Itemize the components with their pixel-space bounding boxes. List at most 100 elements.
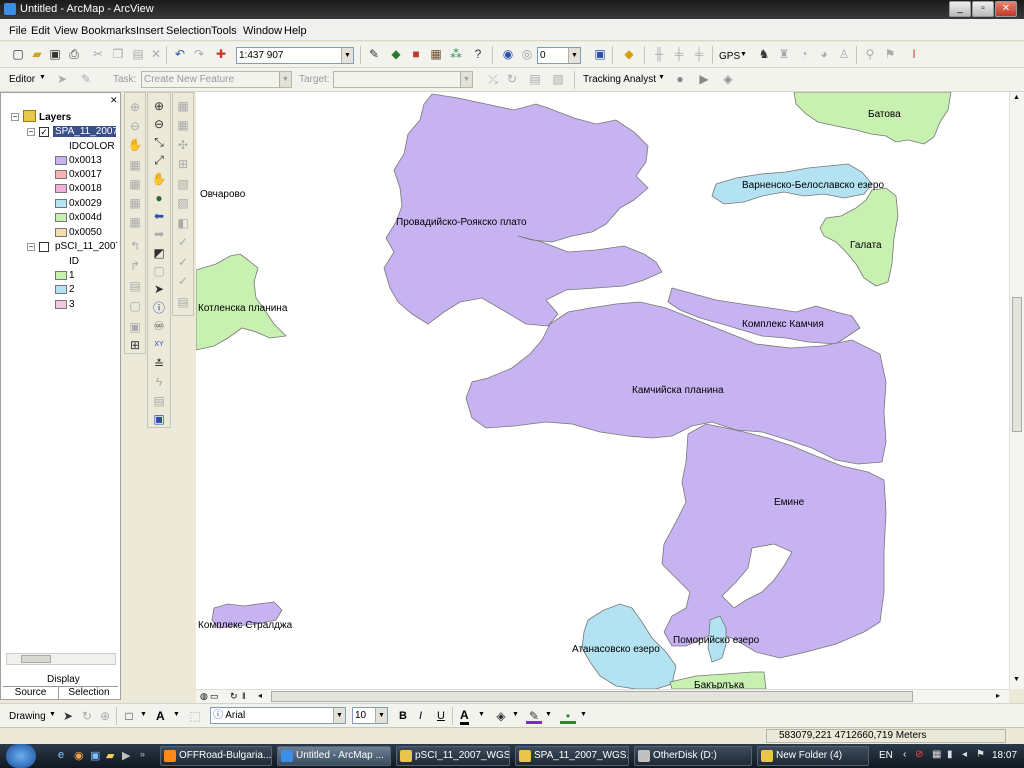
gps-search-icon[interactable]: ⚲ [862,46,878,62]
grid1-icon[interactable]: ▦ [127,157,143,173]
map-horizontal-scrollbar[interactable]: ◍ ▭ ↻ ‖ ◂ ▸ [196,689,1009,703]
drawing-menu[interactable]: Drawing [9,711,46,722]
gps-zoom-icon[interactable]: ◔ [796,46,812,62]
route-tool6-icon[interactable]: ▨ [175,195,191,211]
delete-icon[interactable]: ✕ [148,46,164,62]
scroll-up-icon[interactable]: ▲ [1013,94,1020,101]
tab-display[interactable]: Display [47,674,80,685]
taskbar-item[interactable]: OFFRoad-Bulgaria.... [160,746,272,766]
diamond-icon[interactable]: ◆ [621,46,637,62]
zoom-in-fixed-icon[interactable]: ⊕ [127,99,143,115]
copy-icon[interactable]: ❐ [110,46,126,62]
route-tool1-icon[interactable]: ▦ [175,98,191,114]
tracking-tag-icon[interactable]: ◈ [720,71,736,87]
route-tool11-icon[interactable]: ▤ [175,294,191,310]
clear-selection-icon[interactable]: ▢ [151,263,167,279]
language-indicator[interactable]: EN [879,750,893,761]
taskbar-item[interactable]: SPA_11_2007_WGS... [515,746,629,766]
layout-view-icon[interactable]: ▭ [210,691,219,702]
layer2-name[interactable]: pSCI_11_2007_\ [55,241,117,252]
go-to-xy-icon[interactable]: XY [151,337,167,353]
viewer-icon[interactable]: ▣ [151,411,167,427]
expand-layers-icon[interactable]: − [11,113,19,121]
tab-source[interactable]: Source [3,687,59,700]
firefox-quicklaunch-icon[interactable]: ◉ [74,749,84,762]
refresh-icon[interactable]: ↻ [230,691,238,702]
taskbar-item[interactable]: New Folder (4) [757,746,869,766]
back-extent-icon[interactable]: ⬅ [151,208,167,224]
layer2-checkbox[interactable] [39,242,49,252]
arrow-tool-icon[interactable]: ↰ [127,238,143,254]
expand-layer1-icon[interactable]: − [27,128,35,136]
hyperlink-icon[interactable]: ϟ [151,374,167,390]
rotate-element-icon[interactable]: ↻ [79,708,95,724]
expand-layer2-icon[interactable]: − [27,243,35,251]
toc-root-layers[interactable]: Layers [39,112,71,123]
route-tool7-icon[interactable]: ◧ [175,215,191,231]
magnify-icon[interactable]: ◎ [519,46,535,62]
select-features-icon[interactable]: ◩ [151,245,167,261]
font-combo[interactable]: ⓘ Arial ▼ [210,707,346,724]
rotate-icon[interactable]: ↻ [504,71,520,87]
route-tool3-icon[interactable]: ✣ [175,137,191,153]
font-size-combo[interactable]: 10 ▼ [352,707,388,724]
folder-quicklaunch-icon[interactable]: ▰ [106,749,114,762]
catalog-icon[interactable]: ▦ [428,46,444,62]
toc-scroll-thumb[interactable] [21,655,51,663]
zoom-out-fixed-icon[interactable]: ⊖ [127,118,143,134]
close-button[interactable]: ✕ [995,1,1017,17]
text-tool-button[interactable]: A [156,709,165,723]
zoom-in-icon[interactable]: ⊕ [151,98,167,114]
font-color-button[interactable]: A [460,708,469,725]
menu-edit[interactable]: Edit [31,25,50,37]
map-view[interactable]: Батова Овчарово Варненско-Белославско ез… [196,92,1009,689]
quicklaunch-more-icon[interactable]: » [140,749,145,759]
vscroll-thumb[interactable] [1012,297,1022,432]
tracking-record-icon[interactable]: ● [672,71,688,87]
italic-button[interactable]: I [419,710,422,722]
layout-grid-icon[interactable]: ⊞ [127,337,143,353]
fixed-zoom-in-icon[interactable]: ⤡ [151,134,167,150]
whats-this-icon[interactable]: ? [470,46,486,62]
arctoolbox-icon[interactable]: ◆ [388,46,404,62]
save-icon[interactable]: ▣ [47,46,63,62]
frame-tool-icon[interactable]: ▢ [127,298,143,314]
taskbar-item[interactable]: pSCI_11_2007_WGS... [396,746,510,766]
menu-tools[interactable]: Tools [211,25,237,37]
scroll-right-icon[interactable]: ▸ [996,691,1000,700]
fill-color-icon[interactable]: ◈ [493,708,509,724]
layer1-checkbox[interactable]: ✓ [39,127,49,137]
editor-toolbar-icon[interactable]: ✎ [366,46,382,62]
route-tool5-icon[interactable]: ▧ [175,176,191,192]
ie-quicklaunch-icon[interactable]: e [58,749,64,761]
menu-help[interactable]: Help [284,25,307,37]
measure-icon[interactable]: ≛ [151,356,167,372]
bold-button[interactable]: B [399,710,407,722]
media-quicklaunch-icon[interactable]: ▶ [122,749,130,762]
scroll-left-icon[interactable]: ◂ [258,691,262,700]
snap-mid-icon[interactable]: ╪ [691,46,707,62]
model-icon[interactable]: ⁂ [448,46,464,62]
gps-center-icon[interactable]: ◕ [816,46,832,62]
sketch-tool-icon[interactable]: ✎ [78,71,94,87]
pan-icon[interactable]: ✋ [151,171,167,187]
print-icon[interactable]: ⎙ [66,46,82,62]
menu-view[interactable]: View [54,25,78,37]
pause-icon[interactable]: ‖ [242,691,246,701]
select-element-icon[interactable]: ➤ [60,708,76,724]
fixed-zoom-out-icon[interactable]: ⤢ [151,152,167,168]
menu-window[interactable]: Window [243,25,282,37]
tray-expand-icon[interactable]: ‹ [903,749,906,760]
gps-track-icon[interactable]: ⚑ [882,46,898,62]
grid4-icon[interactable]: ▦ [127,214,143,230]
editor-menu[interactable]: Editor [9,74,35,85]
route-tool4-icon[interactable]: ⊞ [175,156,191,172]
scroll-down-icon[interactable]: ▼ [1013,676,1020,683]
sketch-props-icon[interactable]: ▧ [550,71,566,87]
value-combo[interactable]: 0 ▼ [537,47,581,64]
split-icon[interactable]: ⤯ [485,71,501,87]
full-extent-icon[interactable]: ● [151,190,167,206]
route-tool2-icon[interactable]: ▦ [175,117,191,133]
find-icon[interactable]: ♾ [151,318,167,334]
grid3-icon[interactable]: ▦ [127,195,143,211]
